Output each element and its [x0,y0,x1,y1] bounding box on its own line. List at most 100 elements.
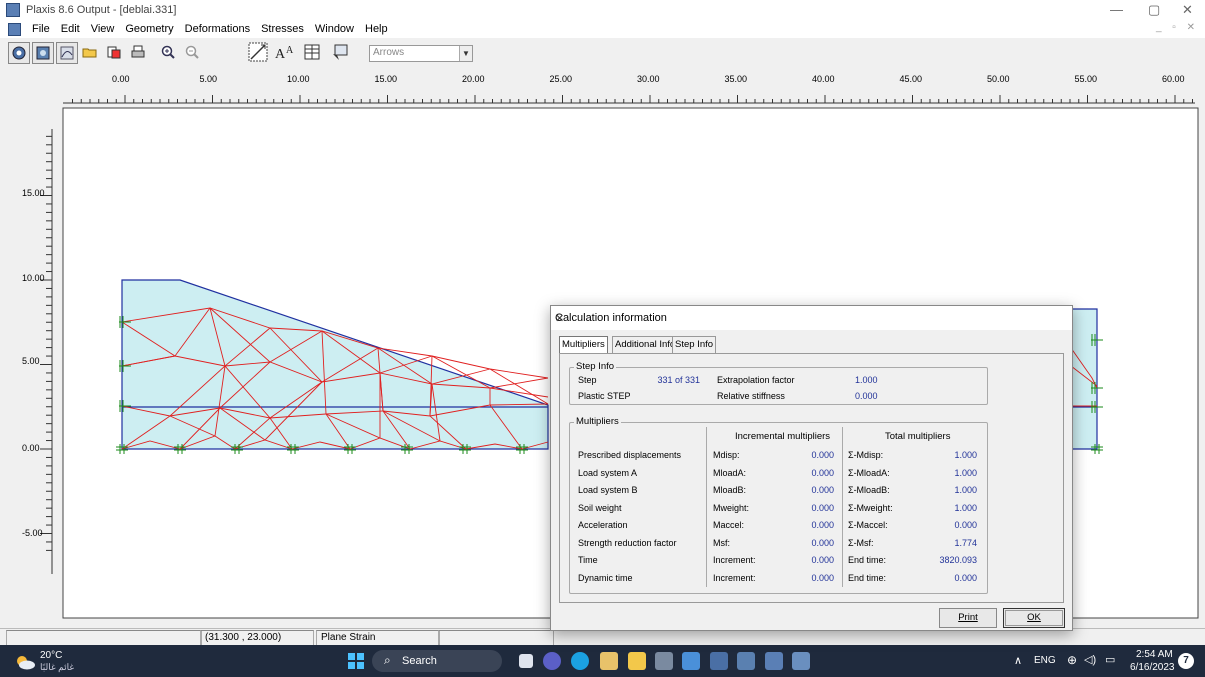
extrapolation-value: 1.000 [855,375,878,385]
table-icon[interactable] [302,42,322,62]
volume-icon[interactable]: ◁) [1084,653,1096,666]
total-value: 1.000 [954,467,977,478]
copy-to-clipboard-icon[interactable] [104,42,124,62]
total-value: 1.774 [954,537,977,548]
status-cell-empty [6,630,202,646]
menu-stresses[interactable]: Stresses [261,23,304,35]
document-icon[interactable] [8,22,21,36]
open-folder-icon[interactable] [80,42,100,62]
total-value: 1.000 [954,502,977,513]
toolbar: AA [0,38,1205,67]
photos-app-icon[interactable] [682,652,700,670]
incremental-label: Msf: [713,537,730,548]
close-button[interactable]: ✕ [1182,2,1193,18]
menu-file[interactable]: File [32,23,50,35]
total-value: 1.000 [954,485,977,495]
zoom-in-icon[interactable] [158,42,178,62]
plaxis-calc-task-icon[interactable] [710,652,728,670]
select-points-icon[interactable] [330,42,350,62]
multipliers-group-label: Multipliers [574,416,621,427]
incremental-value: 0.000 [811,555,834,565]
relative-stiffness-value: 0.000 [855,391,878,401]
weather-text[interactable]: غائم غالبًا [40,662,74,673]
weather-icon[interactable] [14,654,36,673]
chevron-down-icon[interactable]: ▼ [459,46,472,61]
tray-chevron-icon[interactable]: ∧ [1014,654,1022,667]
step-label: Step [578,375,597,385]
ok-button[interactable]: OK [1003,608,1065,628]
step-value: 331 of 331 [657,375,700,385]
multiplier-name: Prescribed displacements [578,450,682,460]
battery-icon[interactable]: ▭ [1105,653,1115,666]
menu-geometry[interactable]: Geometry [125,23,173,35]
task-view-icon[interactable] [519,654,533,668]
ruler-y-labels: 15.00 10.00 5.00 0.00 -5.00 [0,66,60,626]
minimize-button[interactable]: — [1110,2,1123,17]
ruler-x-label: 5.00 [199,74,218,84]
dialog-close-icon[interactable]: ✕ [555,312,1064,325]
window-title: Plaxis 8.6 Output - [deblai.331] [26,4,177,16]
step-info-group: Step Info Step 331 of 331 Extrapolation … [569,361,988,405]
tab-multipliers[interactable]: Multipliers [559,336,608,354]
language-indicator[interactable]: ENG [1034,655,1056,666]
zoom-out-icon[interactable] [182,42,202,62]
incremental-value: 0.000 [811,572,834,583]
plaxis-app-icon [6,3,20,17]
total-label: Σ-MloadA: [848,467,890,478]
menu-deformations[interactable]: Deformations [185,23,250,35]
weather-temp[interactable]: 20°C [40,650,62,661]
column-divider [706,427,707,587]
start-button[interactable] [348,653,364,669]
calculation-info-dialog: Calculation information ✕ Multipliers Ad… [550,305,1073,631]
total-label: Σ-MloadB: [848,485,890,495]
total-label: Σ-Maccel: [848,520,888,530]
store-icon[interactable] [600,652,618,670]
svg-text:A: A [275,47,286,62]
mdi-window-controls[interactable]: _ ▫ ✕ [1156,22,1199,33]
windows-taskbar: 20°C غائم غالبًا ⌕ Search ∧ ENG ⊕ ◁) ▭ 2… [0,645,1205,677]
calculations-icon[interactable] [8,42,30,64]
menu-view[interactable]: View [91,23,115,35]
curves-program-icon[interactable] [56,42,78,64]
plaxis-input-task-icon[interactable] [737,652,755,670]
camera-app-icon[interactable] [655,652,673,670]
input-program-icon[interactable] [32,42,54,64]
print-button[interactable]: Print [939,608,997,628]
clock-date[interactable]: 6/16/2023 [1130,662,1175,673]
incremental-label: Mweight: [713,502,750,513]
tab-step-info[interactable]: Step Info [672,336,717,353]
menu-edit[interactable]: Edit [61,23,80,35]
menu-help[interactable]: Help [365,23,388,35]
plaxis-curves-task-icon[interactable] [792,652,810,670]
plastic-step-label: Plastic STEP [578,391,631,401]
extrapolation-label: Extrapolation factor [717,375,795,385]
multiplier-name: Soil weight [578,502,622,513]
plaxis-output-task-icon[interactable] [765,652,783,670]
ruler-x-label: 35.00 [724,74,748,84]
cross-section-icon[interactable] [248,42,268,62]
total-label: Σ-Msf: [848,537,874,548]
menu-window[interactable]: Window [315,23,354,35]
total-label: Σ-Mdisp: [848,450,884,460]
relative-stiffness-label: Relative stiffness [717,391,785,401]
display-mode-select[interactable]: Arrows ▼ [369,45,473,62]
status-mode: Plane Strain [316,630,440,646]
file-explorer-icon[interactable] [628,652,646,670]
notification-count: 7 [1183,655,1189,666]
search-label: Search [402,655,437,667]
title-bar: Plaxis 8.6 Output - [deblai.331] [0,0,1205,20]
multipliers-group: Multipliers Incremental multipliers Tota… [569,416,988,594]
edge-browser-icon[interactable] [571,652,589,670]
ruler-x-label: 50.00 [987,74,1010,84]
tab-additional-info[interactable]: Additional Info [612,336,679,353]
menu-bar: File Edit View Geometry Deformations Str… [0,20,1205,38]
taskbar-search[interactable]: ⌕ Search [372,650,502,672]
maximize-button[interactable]: ▢ [1148,2,1160,18]
print-icon[interactable] [128,42,148,62]
clock-time[interactable]: 2:54 AM [1136,649,1173,660]
incremental-header: Incremental multipliers [735,431,831,442]
teams-chat-icon[interactable] [543,652,561,670]
annotation-text-icon[interactable]: AA [274,42,294,62]
notification-badge[interactable]: 7 [1178,653,1194,669]
network-icon[interactable]: ⊕ [1067,653,1077,667]
